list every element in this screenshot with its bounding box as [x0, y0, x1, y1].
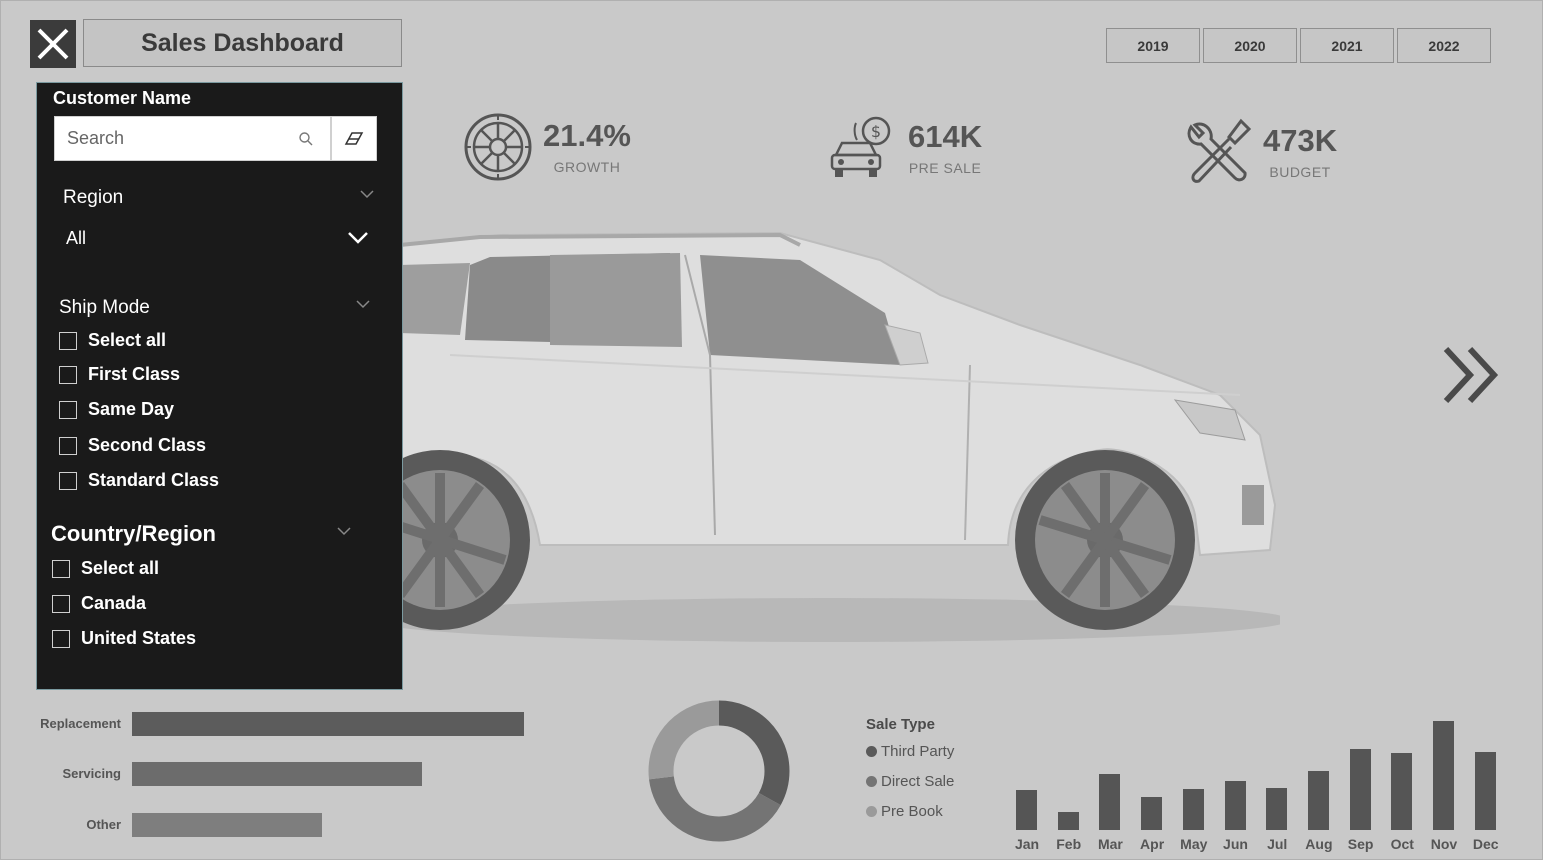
service-bar[interactable]	[132, 762, 422, 786]
filter-panel: Customer Name Region All Ship Mode Selec…	[36, 82, 403, 690]
growth-label: GROWTH	[553, 158, 621, 175]
checkbox[interactable]	[59, 331, 77, 350]
country-option-select-all[interactable]: Select all	[52, 558, 159, 579]
region-collapse-icon[interactable]	[359, 189, 375, 199]
country-option-canada[interactable]: Canada	[52, 593, 146, 614]
month-label: Aug	[1305, 836, 1333, 852]
ship-mode-option-second-class[interactable]: Second Class	[59, 435, 206, 456]
month-label: Dec	[1472, 836, 1499, 852]
legend-item-direct-sale: Direct Sale	[866, 773, 954, 790]
car-dollar-icon: $	[830, 116, 891, 177]
month-label: Jul	[1267, 836, 1288, 852]
month-label: May	[1180, 836, 1208, 852]
car-image	[380, 231, 1280, 642]
kpi-budget: 473K BUDGET	[1183, 117, 1337, 187]
clear-search-button[interactable]	[331, 116, 377, 161]
region-selected-value: All	[66, 227, 87, 248]
customer-name-label: Customer Name	[53, 88, 192, 108]
country-region-label: Country/Region	[51, 521, 216, 546]
checkbox[interactable]	[52, 559, 70, 578]
eraser-icon	[344, 131, 364, 145]
checkbox[interactable]	[59, 471, 77, 490]
month-bar[interactable]	[1099, 774, 1121, 830]
next-page-icon[interactable]	[1440, 343, 1504, 407]
legend-item-third-party: Third Party	[866, 743, 954, 760]
ship-mode-label: Ship Mode	[59, 297, 150, 318]
legend-dot	[866, 776, 877, 787]
tire-icon	[464, 113, 532, 181]
month-label: Feb	[1056, 836, 1082, 852]
legend-item-pre-book: Pre Book	[866, 803, 943, 820]
budget-label: BUDGET	[1269, 163, 1331, 180]
ship-mode-option-standard-class[interactable]: Standard Class	[59, 470, 219, 491]
region-label: Region	[63, 187, 124, 208]
service-bar[interactable]	[132, 813, 322, 837]
country-option-united-states[interactable]: United States	[52, 628, 196, 649]
year-button-2020[interactable]: 2020	[1203, 28, 1297, 63]
checkbox[interactable]	[52, 594, 70, 613]
chevron-down-icon	[348, 232, 368, 244]
ship-mode-option-select-all[interactable]: Select all	[59, 330, 166, 351]
svg-text:$: $	[871, 122, 881, 141]
pre-sale-value: 614K	[908, 118, 983, 154]
sale-type-donut	[648, 700, 790, 842]
month-label: Sep	[1347, 836, 1374, 852]
month-bar[interactable]	[1391, 753, 1413, 830]
growth-value: 21.4%	[543, 117, 631, 153]
month-bar[interactable]	[1433, 721, 1454, 830]
month-bar[interactable]	[1141, 797, 1163, 830]
customer-search-box	[54, 116, 331, 161]
budget-value: 473K	[1263, 122, 1338, 158]
month-label: Apr	[1140, 836, 1165, 852]
month-bar[interactable]	[1307, 771, 1329, 830]
legend-dot	[866, 746, 877, 757]
pre-sale-label: PRE SALE	[908, 159, 982, 176]
month-bar[interactable]	[1182, 789, 1204, 830]
checkbox[interactable]	[52, 629, 70, 648]
checkbox[interactable]	[59, 365, 77, 384]
ship-mode-collapse-icon[interactable]	[355, 299, 371, 309]
kpi-pre-sale: $ 614K PRE SALE	[830, 115, 982, 181]
sale-type-legend-title: Sale Type	[866, 716, 935, 733]
month-bar[interactable]	[1057, 812, 1079, 830]
tools-icon	[1187, 118, 1252, 183]
country-region-collapse-icon[interactable]	[336, 526, 352, 536]
ship-mode-option-first-class[interactable]: First Class	[59, 364, 180, 385]
region-dropdown[interactable]: All	[54, 219, 377, 257]
service-bar[interactable]	[132, 712, 524, 736]
service-bar-label: Servicing	[62, 766, 121, 781]
service-bar-label: Other	[86, 817, 121, 832]
year-button-2021[interactable]: 2021	[1300, 28, 1394, 63]
service-bar-label: Replacement	[40, 716, 121, 731]
close-icon	[37, 28, 69, 60]
year-filter: 2019 2020 2021 2022	[1106, 28, 1491, 63]
month-bar[interactable]	[1266, 788, 1288, 830]
year-button-2019[interactable]: 2019	[1106, 28, 1200, 63]
kpi-growth: 21.4% GROWTH	[463, 112, 631, 182]
month-label: Nov	[1430, 836, 1458, 852]
month-label: Jan	[1014, 836, 1040, 852]
dashboard-title: Sales Dashboard	[83, 19, 402, 67]
month-bar[interactable]	[1016, 790, 1037, 830]
month-label: Mar	[1097, 836, 1123, 852]
legend-dot	[866, 806, 877, 817]
month-bar[interactable]	[1474, 752, 1496, 830]
month-label: Jun	[1223, 836, 1248, 852]
customer-search-input[interactable]	[67, 128, 292, 149]
ship-mode-option-same-day[interactable]: Same Day	[59, 399, 174, 420]
checkbox[interactable]	[59, 400, 77, 419]
year-button-2022[interactable]: 2022	[1397, 28, 1491, 63]
month-label: Oct	[1390, 836, 1414, 852]
search-icon	[299, 131, 313, 145]
month-bar[interactable]	[1349, 749, 1371, 830]
month-bar[interactable]	[1224, 781, 1246, 830]
close-button[interactable]	[30, 20, 76, 68]
checkbox[interactable]	[59, 436, 77, 455]
